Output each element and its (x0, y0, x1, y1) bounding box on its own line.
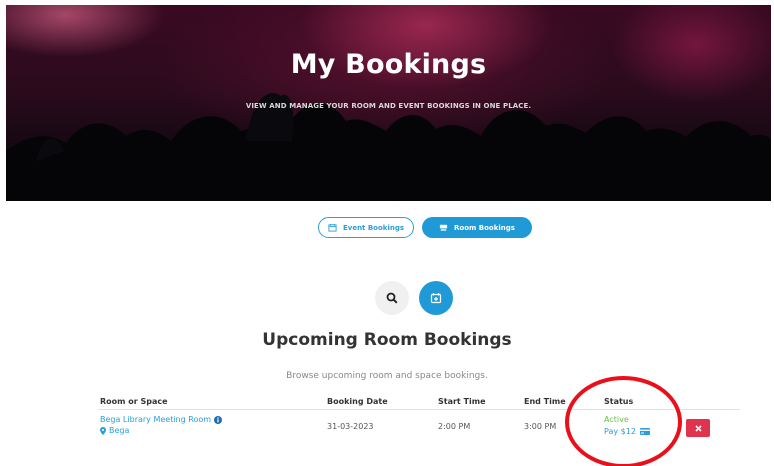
info-icon[interactable] (214, 415, 223, 424)
search-button[interactable] (375, 281, 409, 315)
room-icon (439, 224, 448, 231)
header-room: Room or Space (100, 396, 168, 406)
location-name: Bega (109, 426, 130, 435)
room-link[interactable]: Bega Library Meeting Room (100, 415, 327, 424)
section-description: Browse upcoming room and space bookings. (286, 371, 488, 381)
calendar-view-button[interactable] (419, 281, 453, 315)
table-header: Room or Space Booking Date Start Time En… (98, 393, 740, 410)
close-icon (694, 424, 702, 432)
booking-type-toggle: Event Bookings Room Bookings (318, 217, 532, 238)
pay-label: Pay $12 (604, 427, 636, 436)
page-title: My Bookings (290, 49, 487, 80)
room-name: Bega Library Meeting Room (100, 415, 212, 424)
cell-date: 31-03-2023 (327, 422, 374, 431)
header-date: Booking Date (327, 396, 388, 406)
pay-button[interactable]: Pay $12 (604, 427, 686, 436)
section-title: Upcoming Room Bookings (262, 330, 512, 350)
hero-banner: My Bookings VIEW AND MANAGE YOUR ROOM AN… (6, 5, 771, 201)
cell-room: Bega Library Meeting Room Bega (98, 415, 327, 435)
tab-room-bookings[interactable]: Room Bookings (422, 217, 532, 238)
search-icon (386, 292, 398, 304)
cell-actions (686, 415, 740, 437)
tab-event-bookings-label: Event Bookings (342, 223, 405, 232)
status-badge: Active (604, 415, 629, 424)
tab-room-bookings-label: Room Bookings (454, 223, 515, 232)
location-link[interactable]: Bega (100, 426, 327, 435)
delete-booking-button[interactable] (686, 419, 710, 437)
bookings-table: Room or Space Booking Date Start Time En… (98, 393, 740, 448)
table-row: Bega Library Meeting Room Bega 31-03-202… (98, 410, 740, 448)
header-start: Start Time (438, 396, 486, 406)
calendar-add-icon (430, 293, 442, 304)
credit-card-icon (639, 428, 650, 435)
crowd-silhouette (6, 93, 771, 201)
tab-event-bookings[interactable]: Event Bookings (318, 217, 414, 238)
cell-end: 3:00 PM (524, 422, 557, 431)
header-end: End Time (524, 396, 566, 406)
map-pin-icon (100, 426, 106, 435)
page-subtitle: VIEW AND MANAGE YOUR ROOM AND EVENT BOOK… (245, 102, 532, 110)
cell-status: Active Pay $12 (604, 415, 686, 436)
cell-start: 2:00 PM (438, 422, 471, 431)
calendar-icon (328, 223, 337, 232)
header-status: Status (604, 396, 634, 406)
